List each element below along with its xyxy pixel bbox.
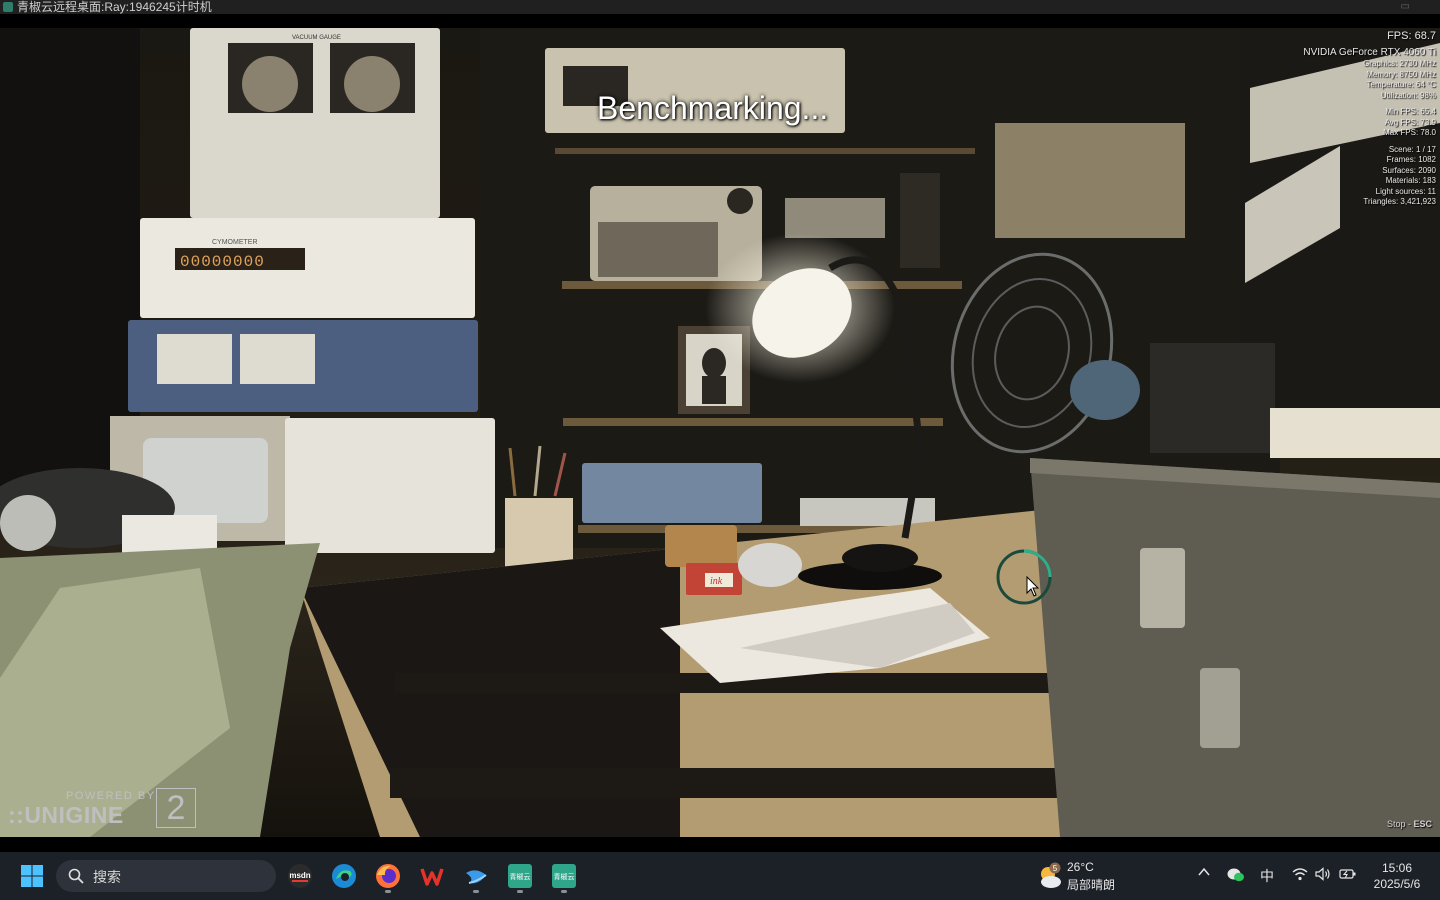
letterbox-top <box>0 14 1440 28</box>
taskbar-clock[interactable]: 15:06 2025/5/6 <box>1362 860 1432 892</box>
taskbar-app-qingjiaoyun-2[interactable]: 青椒云 <box>546 858 582 894</box>
partly-sunny-icon: 5 <box>1041 862 1061 888</box>
running-indicator <box>517 890 523 893</box>
ink-box-label: ink <box>710 576 723 587</box>
weather-temperature: 26°C <box>1067 860 1094 874</box>
battery-charging-icon[interactable] <box>1339 867 1357 884</box>
taskbar-app-firefox[interactable] <box>370 858 406 894</box>
max-fps: Max FPS: 78.0 <box>1383 128 1436 137</box>
taskbar-search-box[interactable]: 搜索 <box>56 860 276 892</box>
benchmark-viewport: VACUUM GAUGE 00000000 CYMOMETER ink Benc… <box>0 28 1440 837</box>
ime-indicator[interactable]: 中 <box>1260 866 1274 886</box>
taskbar-app-msdn[interactable]: msdn <box>282 858 318 894</box>
taskbar-app-blue[interactable] <box>458 858 494 894</box>
cymometer-label: CYMOMETER <box>212 239 258 246</box>
running-indicator <box>473 890 479 893</box>
mouse-cursor-icon <box>1026 576 1040 597</box>
performance-stats-overlay: FPS: 68.7 NVIDIA GeForce RTX 4060 Ti Gra… <box>1176 30 1436 208</box>
taskbar-app-edge[interactable] <box>326 858 362 894</box>
benchmarking-status: Benchmarking... <box>597 90 829 126</box>
window-controls[interactable]: ▭ <box>1401 0 1410 14</box>
loading-spinner-icon <box>996 549 1052 605</box>
clock-time: 15:06 <box>1381 861 1413 875</box>
show-hidden-icons-chevron-up-icon[interactable] <box>1197 865 1211 882</box>
start-button[interactable] <box>14 858 50 894</box>
materials-counter: Materials: 183 <box>1385 176 1436 185</box>
search-icon <box>68 868 84 884</box>
search-placeholder: 搜索 <box>93 869 121 885</box>
gpu-memory-clock: Memory: 8750 MHz <box>1366 69 1436 79</box>
wifi-icon[interactable] <box>1292 867 1308 884</box>
triangles-counter: Triangles: 3,421,923 <box>1363 197 1436 206</box>
gpu-name: NVIDIA GeForce RTX 4060 Ti <box>1303 47 1436 58</box>
taskbar-app-qingjiaoyun-1[interactable]: 青椒云 <box>502 858 538 894</box>
scene-counter: Scene: 1 / 17 <box>1388 144 1436 154</box>
clock-date: 2025/5/6 <box>1373 877 1421 891</box>
powered-by-label: POWERED BY <box>66 790 156 802</box>
avg-fps: Avg FPS: 73.9 <box>1384 117 1436 127</box>
cymometer-counter: 00000000 <box>180 253 265 271</box>
weather-widget[interactable]: 5 26°C 局部晴朗 <box>1036 858 1156 894</box>
qingjiaoyun-1-label: 青椒云 <box>510 872 531 881</box>
frames-counter: Frames: 1082 <box>1386 155 1436 164</box>
taskbar-app-wps[interactable] <box>414 858 450 894</box>
unigine-version: 2 <box>156 788 196 828</box>
vacuum-gauge-label: VACUUM GAUGE <box>292 35 341 41</box>
qingjiaoyun-2-label: 青椒云 <box>554 872 575 881</box>
weather-badge: 5 <box>1053 864 1058 873</box>
running-indicator <box>385 890 391 893</box>
msdn-icon: msdn <box>288 864 312 888</box>
windows-taskbar: 搜索 msdn 青椒云 青椒云 5 26°C 局部晴朗 中 15:06 2025… <box>0 852 1440 900</box>
remote-desktop-title-bar[interactable]: 青椒云远程桌面:Ray:1946245计时机 ▭ <box>0 0 1440 14</box>
wechat-tray-icon[interactable] <box>1227 867 1245 886</box>
gpu-utilization: Utilization: 98% <box>1380 90 1436 100</box>
qingjiaoyun-app-icon <box>3 2 13 12</box>
weather-description: 局部晴朗 <box>1067 878 1116 892</box>
gpu-graphics-clock: Graphics: 2730 MHz <box>1363 59 1436 68</box>
surfaces-counter: Surfaces: 2090 <box>1382 165 1436 175</box>
running-indicator <box>561 890 567 893</box>
bird-app-icon <box>466 870 487 884</box>
edge-icon <box>332 864 356 888</box>
firefox-icon <box>376 864 400 888</box>
stop-hint-key: ESC <box>1413 819 1432 829</box>
min-fps: Min FPS: 65.4 <box>1385 107 1436 116</box>
window-title: 青椒云远程桌面:Ray:1946245计时机 <box>17 0 212 14</box>
light-sources-counter: Light sources: 11 <box>1375 186 1436 196</box>
volume-icon[interactable] <box>1315 867 1331 884</box>
windows-start-icon <box>21 865 43 887</box>
letterbox-bottom <box>0 837 1440 852</box>
wps-icon <box>420 868 444 886</box>
qingjiaoyun-icon: 青椒云 <box>552 864 576 888</box>
qingjiaoyun-icon: 青椒云 <box>508 864 532 888</box>
msdn-icon-label: msdn <box>289 871 310 880</box>
stop-hint: Stop - ESC <box>1387 819 1432 829</box>
unigine-brand: ::UNIGINE <box>8 802 124 828</box>
fps-counter: FPS: 68.7 <box>1387 30 1436 42</box>
gpu-temperature: Temperature: 64 °C <box>1366 80 1436 89</box>
stop-hint-label: Stop - <box>1386 819 1414 829</box>
